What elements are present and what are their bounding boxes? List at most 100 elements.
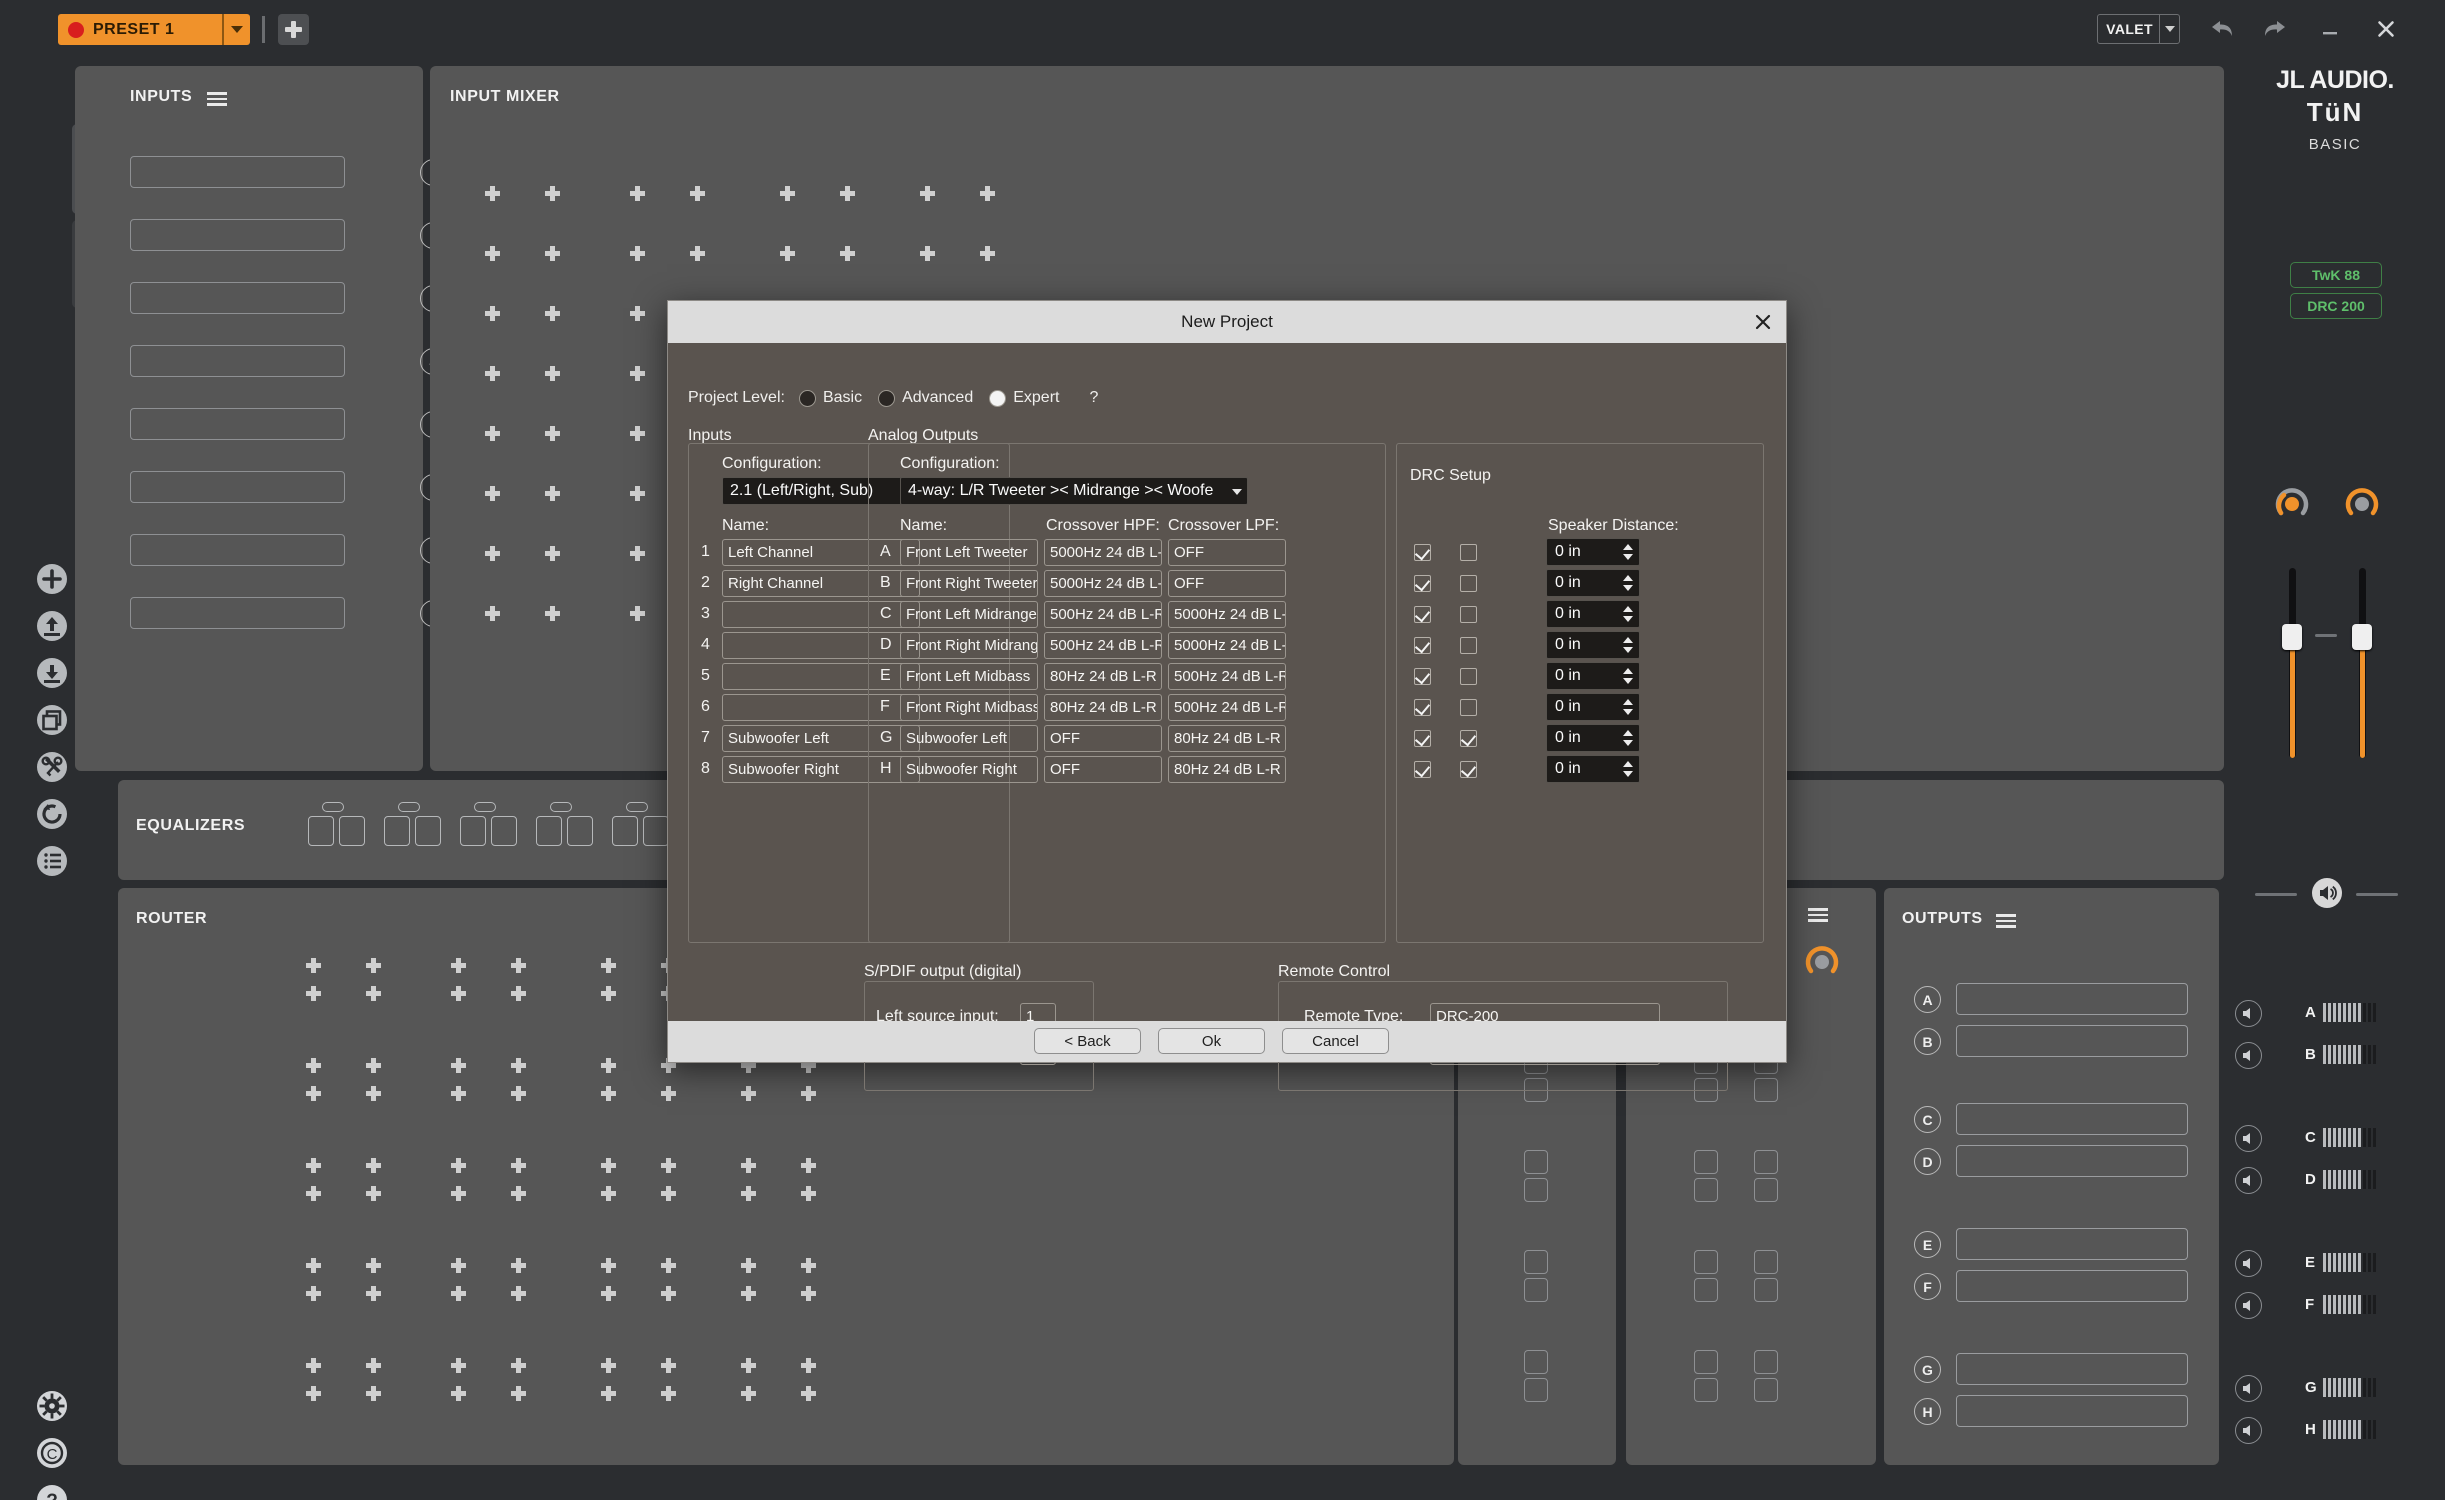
router-crosspoint[interactable] xyxy=(601,986,616,1001)
router-enable-checkbox[interactable] xyxy=(1524,1250,1548,1274)
router-crosspoint[interactable] xyxy=(511,1186,526,1201)
mixer-crosspoint[interactable] xyxy=(840,246,855,261)
router-crosspoint[interactable] xyxy=(366,1186,381,1201)
mixer-crosspoint[interactable] xyxy=(630,306,645,321)
dialog-output-lpf-field[interactable]: 500Hz 24 dB L-R xyxy=(1168,694,1286,721)
router-enable-checkbox[interactable] xyxy=(1754,1078,1778,1102)
cancel-button[interactable]: Cancel xyxy=(1282,1028,1389,1054)
mixer-crosspoint[interactable] xyxy=(630,426,645,441)
router-crosspoint[interactable] xyxy=(601,1186,616,1201)
dialog-output-lpf-field[interactable]: 5000Hz 24 dB L-R xyxy=(1168,601,1286,628)
dialog-speaker-distance-stepper[interactable]: 0 in xyxy=(1546,569,1640,597)
stepper-up-icon[interactable] xyxy=(1623,575,1633,581)
dialog-output-hpf-field[interactable]: 5000Hz 24 dB L-R xyxy=(1044,539,1162,566)
router-crosspoint[interactable] xyxy=(601,958,616,973)
mixer-crosspoint[interactable] xyxy=(630,366,645,381)
output-name-field[interactable] xyxy=(1956,1228,2188,1260)
stepper-down-icon[interactable] xyxy=(1623,771,1633,777)
dialog-drc-volume-checkbox[interactable] xyxy=(1414,761,1431,778)
eq-link-icon[interactable] xyxy=(322,802,344,812)
router-crosspoint[interactable] xyxy=(661,1258,676,1273)
output-name-field[interactable] xyxy=(1956,1145,2188,1177)
router-crosspoint[interactable] xyxy=(741,1358,756,1373)
router-crosspoint[interactable] xyxy=(366,1258,381,1273)
router-crosspoint[interactable] xyxy=(661,1286,676,1301)
router-crosspoint[interactable] xyxy=(511,1158,526,1173)
speaker-mute-icon[interactable] xyxy=(2235,1000,2262,1027)
speaker-mute-icon[interactable] xyxy=(2235,1250,2262,1277)
mixer-crosspoint[interactable] xyxy=(690,246,705,261)
router-enable-checkbox[interactable] xyxy=(1754,1250,1778,1274)
dialog-drc-volume-checkbox[interactable] xyxy=(1414,730,1431,747)
dialog-drc-volume-checkbox[interactable] xyxy=(1414,668,1431,685)
dialog-drc-volume-checkbox[interactable] xyxy=(1414,544,1431,561)
outputs-panel-menu-icon[interactable] xyxy=(1996,914,2016,928)
router-crosspoint[interactable] xyxy=(601,1086,616,1101)
eq-link-icon[interactable] xyxy=(550,802,572,812)
router-crosspoint[interactable] xyxy=(306,1058,321,1073)
copyright-icon[interactable]: C xyxy=(34,1435,70,1471)
dialog-drc-volume-checkbox[interactable] xyxy=(1414,637,1431,654)
router-crosspoint[interactable] xyxy=(511,1258,526,1273)
router-crosspoint[interactable] xyxy=(801,1186,816,1201)
router-crosspoint[interactable] xyxy=(366,958,381,973)
dialog-output-name-field[interactable]: Front Right Tweeter xyxy=(900,570,1038,597)
router-crosspoint[interactable] xyxy=(801,1286,816,1301)
eq-enable-checkbox[interactable] xyxy=(384,816,410,846)
mixer-crosspoint[interactable] xyxy=(545,186,560,201)
preset-dropdown-arrow[interactable] xyxy=(222,14,250,45)
eq-enable-checkbox[interactable] xyxy=(612,816,638,846)
dialog-output-name-field[interactable]: Front Right Midrange xyxy=(900,632,1038,659)
close-icon[interactable] xyxy=(2369,12,2403,46)
router-enable-checkbox[interactable] xyxy=(1524,1178,1548,1202)
router-crosspoint[interactable] xyxy=(451,986,466,1001)
back-button[interactable]: < Back xyxy=(1034,1028,1141,1054)
dialog-output-hpf-field[interactable]: 5000Hz 24 dB L-R xyxy=(1044,570,1162,597)
router-crosspoint[interactable] xyxy=(366,1086,381,1101)
dialog-drc-sub-checkbox[interactable] xyxy=(1460,637,1477,654)
mixer-crosspoint[interactable] xyxy=(920,246,935,261)
slider-handle[interactable] xyxy=(2352,624,2372,650)
sub-level-slider[interactable] xyxy=(2352,568,2372,758)
mixer-crosspoint[interactable] xyxy=(780,186,795,201)
stepper-up-icon[interactable] xyxy=(1623,730,1633,736)
router-crosspoint[interactable] xyxy=(511,986,526,1001)
router-crosspoint[interactable] xyxy=(741,1258,756,1273)
help-icon[interactable]: ? xyxy=(1089,389,1098,407)
output-name-field[interactable] xyxy=(1956,1103,2188,1135)
outputs-config-select[interactable]: 4-way: L/R Tweeter >< Midrange >< Woofe xyxy=(900,477,1248,505)
mixer-crosspoint[interactable] xyxy=(840,186,855,201)
router-crosspoint[interactable] xyxy=(306,1386,321,1401)
input-name-field[interactable] xyxy=(130,408,345,440)
router-crosspoint[interactable] xyxy=(451,958,466,973)
router-enable-checkbox[interactable] xyxy=(1524,1350,1548,1374)
router-crosspoint[interactable] xyxy=(511,958,526,973)
dialog-output-hpf-field[interactable]: 80Hz 24 dB L-R xyxy=(1044,663,1162,690)
project-level-radio-expert[interactable] xyxy=(989,389,1007,407)
dialog-speaker-distance-stepper[interactable]: 0 in xyxy=(1546,600,1640,628)
add-icon[interactable] xyxy=(34,561,70,597)
device-badge-twk88[interactable]: TwK 88 xyxy=(2290,262,2382,288)
router-crosspoint[interactable] xyxy=(511,1058,526,1073)
speaker-mute-icon[interactable] xyxy=(2235,1042,2262,1069)
router-enable-checkbox[interactable] xyxy=(1694,1378,1718,1402)
mixer-crosspoint[interactable] xyxy=(630,486,645,501)
stepper-down-icon[interactable] xyxy=(1623,647,1633,653)
mixer-crosspoint[interactable] xyxy=(545,486,560,501)
input-name-field[interactable] xyxy=(130,219,345,251)
eq-link-icon[interactable] xyxy=(398,802,420,812)
router-crosspoint[interactable] xyxy=(801,1158,816,1173)
copy-icon[interactable] xyxy=(34,702,70,738)
router-enable-checkbox[interactable] xyxy=(1524,1150,1548,1174)
eq-enable-checkbox[interactable] xyxy=(491,816,517,846)
dialog-output-name-field[interactable]: Front Right Midbass xyxy=(900,694,1038,721)
dialog-output-lpf-field[interactable]: 500Hz 24 dB L-R xyxy=(1168,663,1286,690)
router-crosspoint[interactable] xyxy=(801,1258,816,1273)
dialog-drc-sub-checkbox[interactable] xyxy=(1460,544,1477,561)
router-crosspoint[interactable] xyxy=(306,1258,321,1273)
dialog-drc-volume-checkbox[interactable] xyxy=(1414,575,1431,592)
mixer-crosspoint[interactable] xyxy=(545,606,560,621)
input-name-field[interactable] xyxy=(130,597,345,629)
router-crosspoint[interactable] xyxy=(661,1386,676,1401)
output-name-field[interactable] xyxy=(1956,1270,2188,1302)
